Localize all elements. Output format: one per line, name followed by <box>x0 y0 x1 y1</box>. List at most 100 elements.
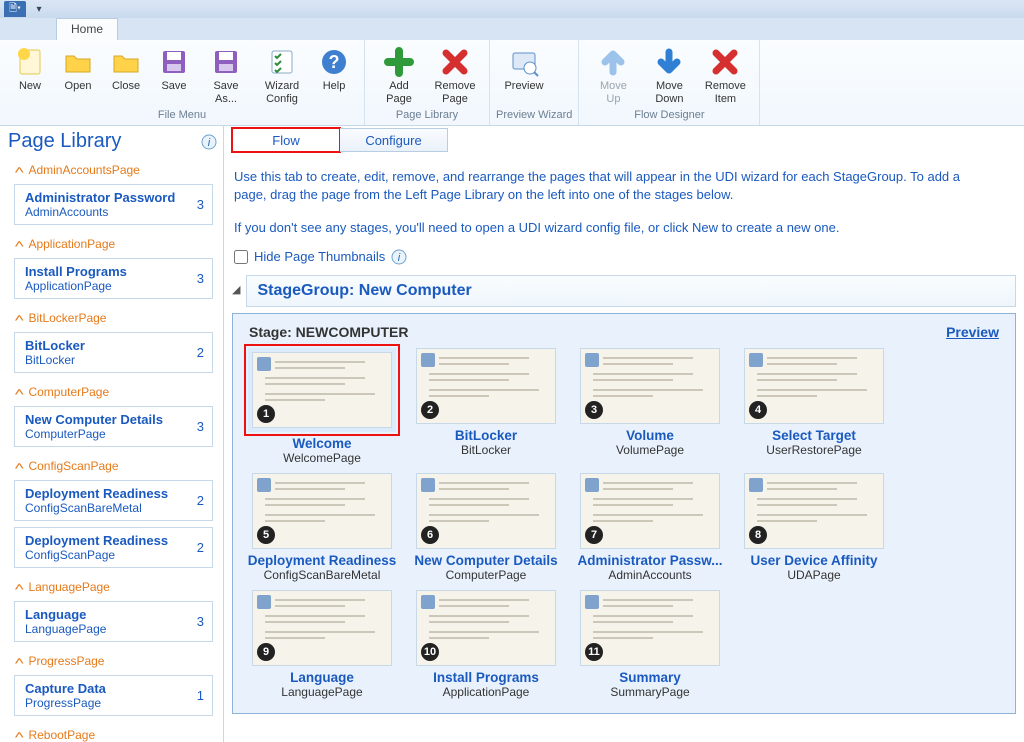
stage-page-thumb[interactable]: 11SummarySummaryPage <box>575 590 725 699</box>
library-group-adminaccountspage[interactable]: AdminAccountsPage <box>6 157 217 181</box>
library-item-title: Install Programs <box>25 264 127 279</box>
page-thumbnail-preview: 6 <box>416 473 556 549</box>
help-button[interactable]: ?Help <box>310 42 358 109</box>
library-item-count: 3 <box>197 614 204 629</box>
page-thumbnail-preview: 5 <box>252 473 392 549</box>
page-library-title: Page Library <box>8 130 121 153</box>
library-item-sub: ApplicationPage <box>25 279 127 293</box>
library-item-count: 2 <box>197 345 204 360</box>
new-button[interactable]: New <box>6 42 54 109</box>
ribbon-group-label: Flow Designer <box>585 109 753 123</box>
stage-preview-link[interactable]: Preview <box>946 324 999 340</box>
page-thumb-sub: AdminAccounts <box>608 568 691 582</box>
library-group-bitlockerpage[interactable]: BitLockerPage <box>6 305 217 329</box>
info-icon[interactable]: i <box>391 249 407 265</box>
library-item-title: Administrator Password <box>25 190 175 205</box>
library-group-computerpage[interactable]: ComputerPage <box>6 379 217 403</box>
info-icon[interactable]: i <box>201 134 217 150</box>
hide-thumbnails-row: Hide Page Thumbnails i <box>232 243 1016 275</box>
x-red-icon <box>709 46 741 78</box>
page-number-badge: 6 <box>421 526 439 544</box>
stage-page-thumb[interactable]: 3VolumeVolumePage <box>575 348 725 465</box>
folder-icon <box>110 46 142 78</box>
library-item[interactable]: Capture DataProgressPage1 <box>14 675 213 716</box>
save-icon <box>210 46 242 78</box>
page-number-badge: 1 <box>257 405 275 423</box>
remove-item-button[interactable]: RemoveItem <box>697 42 753 109</box>
main-area: FlowConfigure Use this tab to create, ed… <box>224 126 1024 742</box>
page-thumbnail-preview: 7 <box>580 473 720 549</box>
page-thumbnail-preview: 4 <box>744 348 884 424</box>
subtab-flow[interactable]: Flow <box>232 128 340 152</box>
ribbon-group-page-library: AddPageRemovePagePage Library <box>365 40 490 125</box>
stage-page-thumb[interactable]: 10Install ProgramsApplicationPage <box>411 590 561 699</box>
stage-page-thumb[interactable]: 9LanguageLanguagePage <box>247 590 397 699</box>
library-item[interactable]: Install ProgramsApplicationPage3 <box>14 258 213 299</box>
hide-thumbnails-checkbox[interactable] <box>234 250 248 264</box>
stage-page-thumb[interactable]: 6New Computer DetailsComputerPage <box>411 473 561 582</box>
wizard-config-button[interactable]: WizardConfig <box>254 42 310 109</box>
ribbon-group-label: Preview Wizard <box>496 109 572 123</box>
folder-icon <box>62 46 94 78</box>
close-button[interactable]: Close <box>102 42 150 109</box>
subtab-configure[interactable]: Configure <box>340 128 448 152</box>
library-item-title: Capture Data <box>25 681 106 696</box>
library-item[interactable]: New Computer DetailsComputerPage3 <box>14 406 213 447</box>
page-thumb-title: Administrator Passw... <box>577 553 722 568</box>
page-number-badge: 2 <box>421 401 439 419</box>
add-page-button[interactable]: AddPage <box>371 42 427 109</box>
page-thumbnail-preview: 3 <box>580 348 720 424</box>
library-group-applicationpage[interactable]: ApplicationPage <box>6 231 217 255</box>
stage-page-thumb[interactable]: 7 Administrator Passw...AdminAccounts <box>575 473 725 582</box>
app-menu-button[interactable]: 🗎▾ <box>4 1 26 17</box>
library-item-title: Language <box>25 607 106 622</box>
move-down-button[interactable]: MoveDown <box>641 42 697 109</box>
subtab-strip: FlowConfigure <box>232 128 1016 152</box>
library-item-sub: ConfigScanBareMetal <box>25 501 168 515</box>
remove-page-button[interactable]: RemovePage <box>427 42 483 109</box>
page-thumb-title: Install Programs <box>433 670 539 685</box>
save-button[interactable]: Save <box>150 42 198 109</box>
page-thumb-title: User Device Affinity <box>750 553 877 568</box>
save-icon <box>158 46 190 78</box>
ribbon: New Open CloseSaveSaveAs... WizardConfig ?He… <box>0 40 1024 126</box>
library-item[interactable]: Deployment ReadinessConfigScanBareMetal2 <box>14 480 213 521</box>
ribbon-button-label: WizardConfig <box>265 80 299 105</box>
arrow-up-icon <box>597 46 629 78</box>
page-number-badge: 4 <box>749 401 767 419</box>
open-button[interactable]: Open <box>54 42 102 109</box>
new-icon <box>14 46 46 78</box>
library-item-sub: LanguagePage <box>25 622 106 636</box>
library-group-configscanpage[interactable]: ConfigScanPage <box>6 453 217 477</box>
library-item[interactable]: LanguageLanguagePage 3 <box>14 601 213 642</box>
library-group-rebootpage[interactable]: RebootPage <box>6 722 217 742</box>
page-number-badge: 11 <box>585 643 603 661</box>
page-number-badge: 9 <box>257 643 275 661</box>
page-thumbnail-preview: 1 <box>252 352 392 428</box>
hide-thumbnails-label[interactable]: Hide Page Thumbnails <box>254 249 385 264</box>
library-item[interactable]: BitLockerBitLocker 2 <box>14 332 213 373</box>
library-item-sub: BitLocker <box>25 353 85 367</box>
stage-page-thumb[interactable]: 1WelcomeWelcomePage <box>247 348 397 465</box>
ribbon-button-label: Open <box>65 80 92 93</box>
ribbon-tab-home[interactable]: Home <box>56 18 118 40</box>
library-group-progresspage[interactable]: ProgressPage <box>6 648 217 672</box>
save-as-button[interactable]: SaveAs... <box>198 42 254 109</box>
stage-page-thumb[interactable]: 5Deployment ReadinessConfigScanBareMetal <box>247 473 397 582</box>
library-group-languagepage[interactable]: LanguagePage <box>6 574 217 598</box>
qat-dropdown-button[interactable]: ▾ <box>28 1 50 17</box>
page-thumb-title: Language <box>290 670 354 685</box>
help-icon: ? <box>318 46 350 78</box>
library-item-title: BitLocker <box>25 338 85 353</box>
page-thumbnail-preview: 10 <box>416 590 556 666</box>
library-item[interactable]: Deployment ReadinessConfigScanPage2 <box>14 527 213 568</box>
library-item-sub: ConfigScanPage <box>25 548 168 562</box>
stage-page-thumb[interactable]: 2BitLockerBitLocker <box>411 348 561 465</box>
stage-page-thumb[interactable]: 4Select TargetUserRestorePage <box>739 348 889 465</box>
stage-page-thumb[interactable]: 8User Device AffinityUDAPage <box>739 473 889 582</box>
stagegroup-header[interactable]: StageGroup: New Computer <box>246 275 1016 307</box>
preview-button[interactable]: Preview <box>496 42 552 109</box>
library-item[interactable]: Administrator PasswordAdminAccounts3 <box>14 184 213 225</box>
stagegroup-toggle[interactable]: ◢ <box>232 275 240 296</box>
page-library-list[interactable]: AdminAccountsPageAdministrator PasswordA… <box>0 155 223 742</box>
